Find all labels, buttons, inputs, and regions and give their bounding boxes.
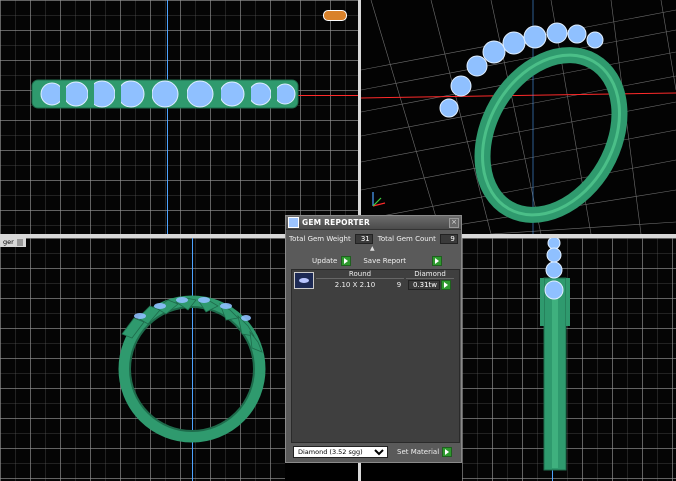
- col-shape-header: Round: [316, 270, 404, 279]
- ring-side-view: [540, 238, 570, 471]
- gem-list-header: Round Diamond: [292, 270, 459, 289]
- gem-size: 2.10 X 2.10: [334, 281, 376, 289]
- save-report-button[interactable]: [431, 256, 442, 266]
- update-label: Update: [312, 257, 338, 265]
- actions-row: Update Save Report: [312, 256, 442, 266]
- total-gem-count-label: Total Gem Count: [377, 235, 436, 243]
- totals-row: Total Gem Weight 31 Total Gem Count 9: [289, 234, 458, 244]
- gem-row-top: [40, 80, 296, 108]
- panel-title-bar[interactable]: GEM REPORTER ×: [286, 216, 461, 230]
- material-select[interactable]: Diamond (3.52 sgg): [293, 446, 388, 458]
- set-material-button[interactable]: [442, 447, 452, 457]
- gem-reporter-panel: GEM REPORTER × Total Gem Weight 31 Total…: [285, 215, 462, 463]
- axis-gizmo: [372, 192, 386, 207]
- ring-front-view: [118, 295, 266, 443]
- total-gem-count-field[interactable]: 9: [439, 234, 458, 244]
- total-gem-weight-field[interactable]: 31: [354, 234, 373, 244]
- total-gem-weight-label: Total Gem Weight: [289, 235, 351, 243]
- perspective-grid: [361, 0, 676, 234]
- gem-weight-field[interactable]: 0.31tw: [408, 280, 440, 290]
- set-material-label: Set Material: [397, 448, 440, 456]
- gem-thumbnail-icon[interactable]: [294, 272, 314, 289]
- save-report-label: Save Report: [363, 257, 406, 265]
- panel-title: GEM REPORTER: [302, 218, 370, 227]
- col-material-header: Diamond: [406, 270, 454, 279]
- viewport-front[interactable]: ger: [0, 238, 285, 481]
- table-row[interactable]: 2.10 X 2.10 9 0.31tw: [316, 280, 459, 290]
- gem-list: Round Diamond 2.10 X 2.10 9 0.31tw: [291, 269, 460, 443]
- viewport-side[interactable]: [462, 238, 676, 481]
- gem-row-play-icon[interactable]: [441, 280, 451, 290]
- close-icon[interactable]: ×: [449, 218, 459, 228]
- gem-count: 9: [396, 281, 402, 289]
- viewport-top[interactable]: [0, 0, 358, 234]
- collapse-arrow-icon[interactable]: ▲: [370, 245, 375, 252]
- viewport-perspective[interactable]: [361, 0, 676, 234]
- gem-reporter-icon: [288, 217, 299, 228]
- ring-perspective: [439, 22, 628, 223]
- update-button[interactable]: [341, 256, 352, 266]
- ring-top-view: [31, 79, 299, 109]
